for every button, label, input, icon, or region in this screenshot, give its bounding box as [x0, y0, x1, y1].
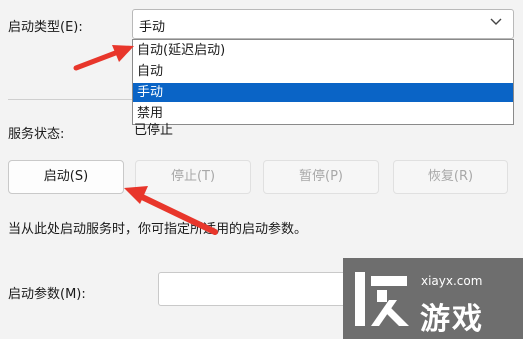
watermark-name: 游戏 [420, 302, 484, 337]
arrow-to-auto-option-icon [73, 45, 134, 71]
watermark-logo-icon [355, 272, 409, 326]
arrow-to-start-button-icon [124, 186, 218, 235]
watermark-site: xiayx.com [421, 274, 483, 288]
watermark: xiayx.com 游戏 [343, 258, 523, 339]
